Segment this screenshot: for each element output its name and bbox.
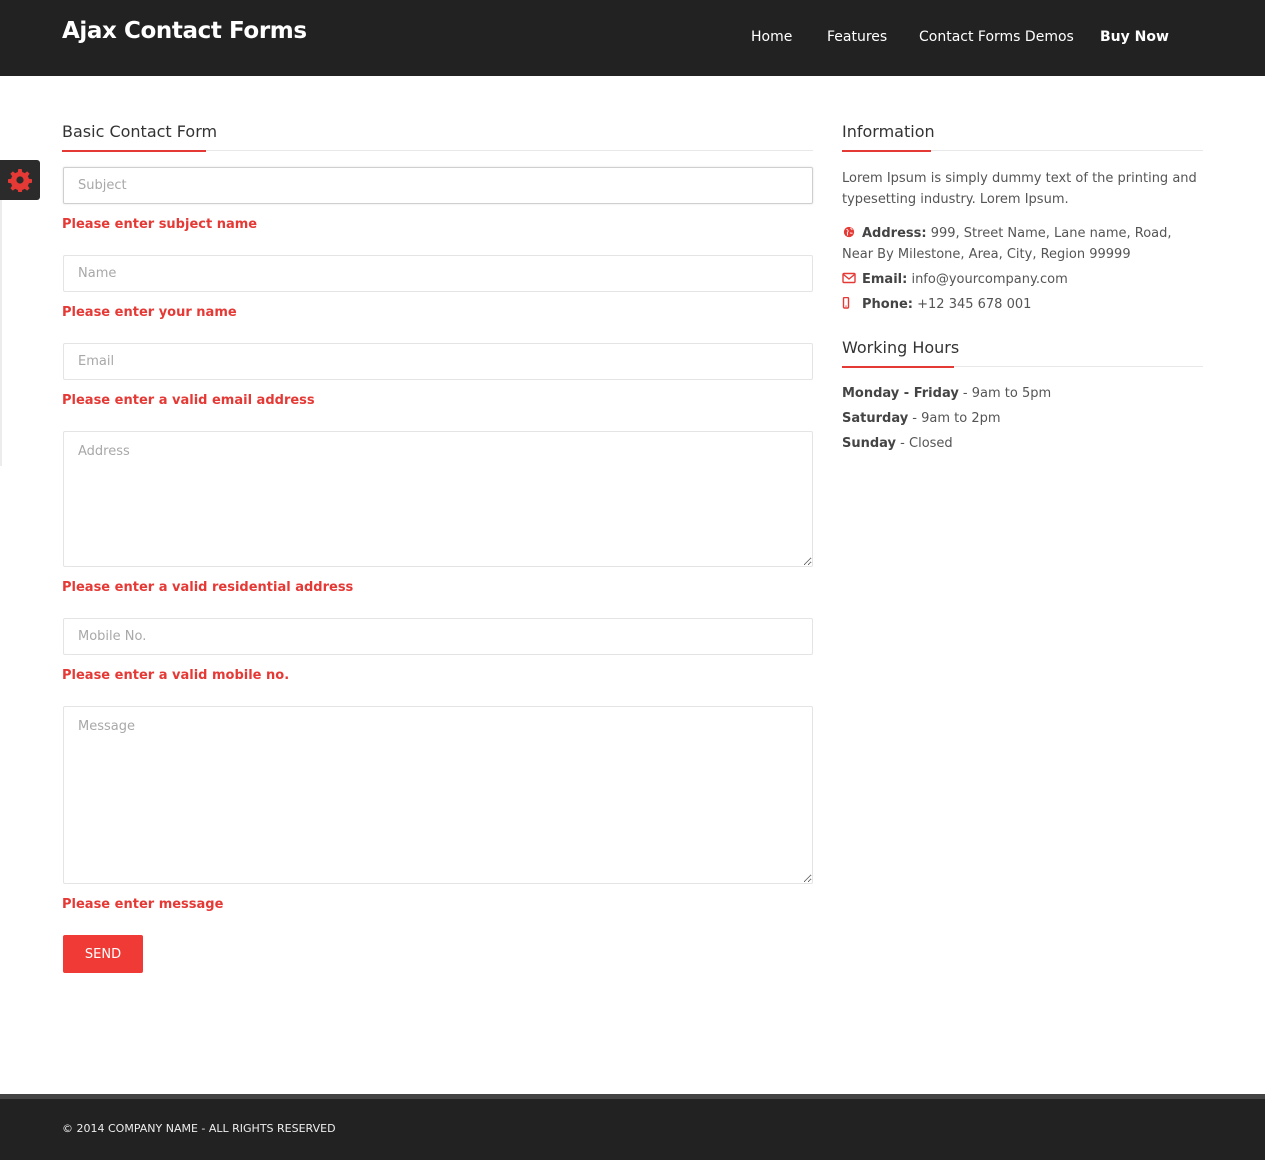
form-title-accent: [62, 150, 206, 152]
footer: © 2014 COMPANY NAME - ALL RIGHTS RESERVE…: [0, 1099, 1265, 1160]
message-error: Please enter message: [62, 897, 224, 912]
subject-error: Please enter subject name: [62, 217, 258, 232]
mobile-error: Please enter a valid mobile no.: [62, 668, 290, 683]
nav-features[interactable]: Features: [827, 29, 887, 45]
mobile-phone-icon: [842, 297, 850, 309]
nav-contact-forms-demos[interactable]: Contact Forms Demos: [919, 29, 1074, 45]
hours-day: Saturday: [842, 411, 909, 426]
info-title: Information: [842, 122, 935, 141]
info-address: Address: 999, Street Name, Lane name, Ro…: [842, 223, 1204, 265]
mobile-input[interactable]: [63, 618, 813, 655]
brand-logo[interactable]: Ajax Contact Forms: [62, 18, 307, 44]
hours-separator: -: [958, 386, 972, 401]
message-textarea[interactable]: [63, 706, 813, 884]
phone-value: +12 345 678 001: [917, 297, 1032, 312]
hours-time: Closed: [909, 436, 953, 451]
info-phone: Phone: +12 345 678 001: [842, 294, 1204, 315]
info-email: Email: info@yourcompany.com: [842, 269, 1204, 290]
hours-row-saturday: Saturday - 9am to 2pm: [842, 411, 1001, 426]
hours-title-accent: [842, 366, 954, 368]
form-title: Basic Contact Form: [62, 122, 218, 141]
nav-buy-now[interactable]: Buy Now: [1100, 29, 1169, 45]
address-error: Please enter a valid residential address: [62, 580, 354, 595]
phone-label: Phone:: [862, 297, 913, 312]
gear-icon: [8, 169, 32, 192]
side-panel-edge: [0, 200, 2, 466]
info-title-accent: [842, 150, 931, 152]
email-label: Email:: [862, 272, 908, 287]
settings-toggle[interactable]: [0, 160, 40, 200]
info-intro: Lorem Ipsum is simply dummy text of the …: [842, 171, 1197, 207]
hours-separator: -: [896, 436, 909, 451]
hours-day: Monday - Friday: [842, 386, 959, 401]
subject-input[interactable]: [63, 167, 813, 204]
globe-icon: [843, 226, 855, 238]
hours-row-sunday: Sunday - Closed: [842, 436, 953, 451]
name-input[interactable]: [63, 255, 813, 292]
envelope-icon: [842, 272, 856, 284]
email-error: Please enter a valid email address: [62, 393, 315, 408]
hours-separator: -: [908, 411, 922, 426]
nav-home[interactable]: Home: [751, 29, 792, 45]
hours-time: 9am to 2pm: [921, 411, 1001, 426]
send-button[interactable]: SEND: [63, 935, 143, 973]
address-textarea[interactable]: [63, 431, 813, 567]
name-error: Please enter your name: [62, 305, 237, 320]
hours-day: Sunday: [842, 436, 897, 451]
email-value[interactable]: info@yourcompany.com: [911, 272, 1067, 287]
hours-row-weekdays: Monday - Friday - 9am to 5pm: [842, 386, 1051, 401]
hours-time: 9am to 5pm: [971, 386, 1052, 401]
hours-title: Working Hours: [842, 338, 960, 357]
footer-copyright: © 2014 COMPANY NAME - ALL RIGHTS RESERVE…: [62, 1122, 336, 1135]
address-label: Address:: [862, 226, 927, 241]
email-input[interactable]: [63, 343, 813, 380]
top-navbar: Ajax Contact Forms Home Features Contact…: [0, 0, 1265, 76]
